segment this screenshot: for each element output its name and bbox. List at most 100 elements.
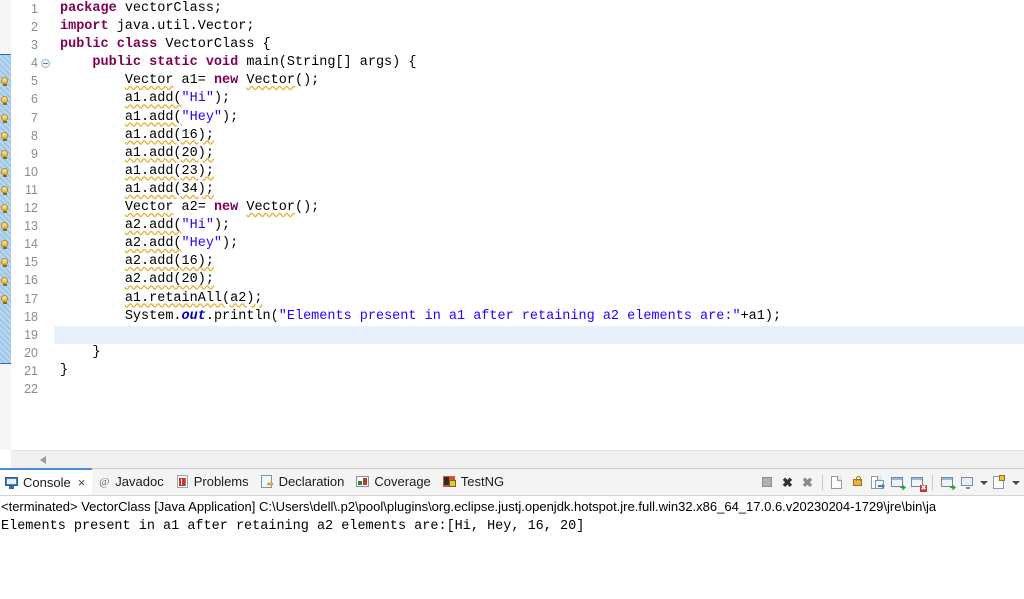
code-token: a2.add(: [124, 236, 182, 252]
code-token: a1.retainAll(a2);: [124, 290, 263, 306]
code-token: a1.add(: [124, 109, 182, 125]
line-number: 1: [31, 2, 38, 16]
line-number: 12: [24, 201, 38, 216]
code-token: "Hi": [181, 91, 214, 107]
code-line[interactable]: a2.add(16);: [54, 253, 1024, 271]
line-number: 18: [24, 309, 38, 324]
code-line[interactable]: package vectorClass;: [54, 0, 1024, 18]
code-line[interactable]: a1.retainAll(a2);: [54, 290, 1024, 308]
remove-launch-button[interactable]: ✖: [779, 474, 796, 491]
line-number: 6: [31, 92, 38, 107]
warning-marker-icon[interactable]: [1, 276, 10, 286]
console-output-text: Elements present in a1 after retaining a…: [1, 519, 585, 534]
code-line[interactable]: a2.add("Hi");: [54, 217, 1024, 235]
code-line[interactable]: a1.add(23);: [54, 163, 1024, 181]
code-line[interactable]: public static void main(String[] args) {: [54, 54, 1024, 72]
code-line[interactable]: a1.add(20);: [54, 145, 1024, 163]
code-token: new: [213, 73, 239, 89]
line-number: 22: [24, 381, 38, 396]
code-token: a1=: [173, 73, 214, 89]
code-line[interactable]: a1.add("Hey");: [54, 109, 1024, 127]
warning-marker-icon[interactable]: [1, 167, 10, 177]
warning-marker-icon[interactable]: [1, 149, 10, 159]
editor-horizontal-scrollbar[interactable]: [0, 450, 1024, 468]
warning-marker-icon[interactable]: [1, 186, 10, 195]
remove-all-launches-button[interactable]: ✖: [799, 474, 816, 491]
code-token: out: [181, 308, 206, 324]
code-line[interactable]: [54, 325, 1024, 344]
open-console-button[interactable]: [991, 474, 1008, 491]
tab-console[interactable]: Console ×: [0, 468, 93, 495]
display-console-dropdown[interactable]: [979, 474, 988, 491]
open-console-dropdown[interactable]: [1011, 474, 1020, 491]
show-console-on-error-button[interactable]: ✖: [909, 474, 927, 492]
tab-coverage[interactable]: Coverage: [351, 469, 437, 495]
code-line[interactable]: import java.util.Vector;: [54, 18, 1024, 36]
code-line[interactable]: a1.add("Hi");: [54, 90, 1024, 108]
code-line[interactable]: System.out.println("Elements present in …: [54, 308, 1024, 326]
console-body[interactable]: <terminated> VectorClass [Java Applicati…: [0, 496, 1024, 599]
warning-marker-icon[interactable]: [1, 131, 10, 141]
java-editor[interactable]: 1 2 3 4 5 6 7 8 9 10 11 12 13 14 15 16 17 18 19 20 21 22 pack…: [0, 0, 1024, 468]
code-line[interactable]: a1.add(34);: [54, 181, 1024, 199]
declaration-icon: [260, 475, 275, 489]
code-folding-ruler[interactable]: [40, 0, 55, 450]
tab-javadoc[interactable]: @ Javadoc: [92, 469, 170, 495]
warning-marker-icon[interactable]: [1, 113, 10, 123]
tab-bar-spacer: [511, 469, 759, 495]
warning-marker-icon[interactable]: [1, 77, 10, 87]
terminate-button[interactable]: [759, 474, 776, 491]
code-token: main(String[] args) {: [238, 55, 417, 71]
fold-collapse-icon[interactable]: [41, 59, 50, 69]
warning-marker-icon[interactable]: [1, 204, 10, 214]
code-line[interactable]: public class VectorClass {: [54, 36, 1024, 54]
code-line[interactable]: }: [54, 344, 1024, 362]
clear-console-button[interactable]: [829, 474, 846, 491]
code-line[interactable]: [54, 380, 1024, 398]
tab-declaration[interactable]: Declaration: [256, 469, 352, 495]
close-icon[interactable]: ×: [78, 475, 86, 490]
warning-marker-icon[interactable]: [1, 258, 10, 268]
code-line[interactable]: Vector a1= new Vector();: [54, 72, 1024, 90]
scroll-lock-button[interactable]: [849, 474, 866, 491]
code-token: a1.add(20);: [124, 145, 214, 161]
tab-label: Javadoc: [115, 474, 164, 489]
code-token: );: [222, 236, 239, 252]
code-token: public static void: [92, 55, 239, 71]
scrollbar-corner: [0, 451, 11, 468]
warning-marker-icon[interactable]: [1, 222, 10, 232]
pin-console-button[interactable]: [939, 474, 956, 491]
scroll-left-arrow-icon[interactable]: [40, 456, 46, 464]
console-icon: [5, 476, 19, 490]
show-console-on-output-button[interactable]: [889, 474, 906, 491]
code-token: a2=: [173, 200, 214, 216]
code-token: "Hi": [181, 218, 214, 234]
warning-marker-icon[interactable]: [1, 294, 10, 304]
code-line[interactable]: }: [54, 362, 1024, 380]
tab-problems[interactable]: Problems: [171, 469, 256, 495]
display-selected-console-button[interactable]: [959, 474, 976, 491]
warning-marker-icon[interactable]: [1, 240, 10, 250]
console-launch-label: <terminated> VectorClass [Java Applicati…: [1, 499, 937, 514]
line-number: 7: [31, 110, 38, 125]
warning-marker-icon[interactable]: [1, 95, 10, 105]
code-token: a1.add(: [124, 91, 182, 107]
code-line[interactable]: Vector a2= new Vector();: [54, 199, 1024, 217]
code-text-area[interactable]: package vectorClass; import java.util.Vec…: [54, 0, 1024, 450]
code-line[interactable]: a1.add(16);: [54, 127, 1024, 145]
code-line[interactable]: a2.add(20);: [54, 271, 1024, 289]
tab-testng[interactable]: TestNG: [438, 469, 511, 495]
code-line[interactable]: a2.add("Hey");: [54, 235, 1024, 253]
code-token: VectorClass {: [157, 37, 271, 53]
word-wrap-button[interactable]: [869, 474, 886, 491]
